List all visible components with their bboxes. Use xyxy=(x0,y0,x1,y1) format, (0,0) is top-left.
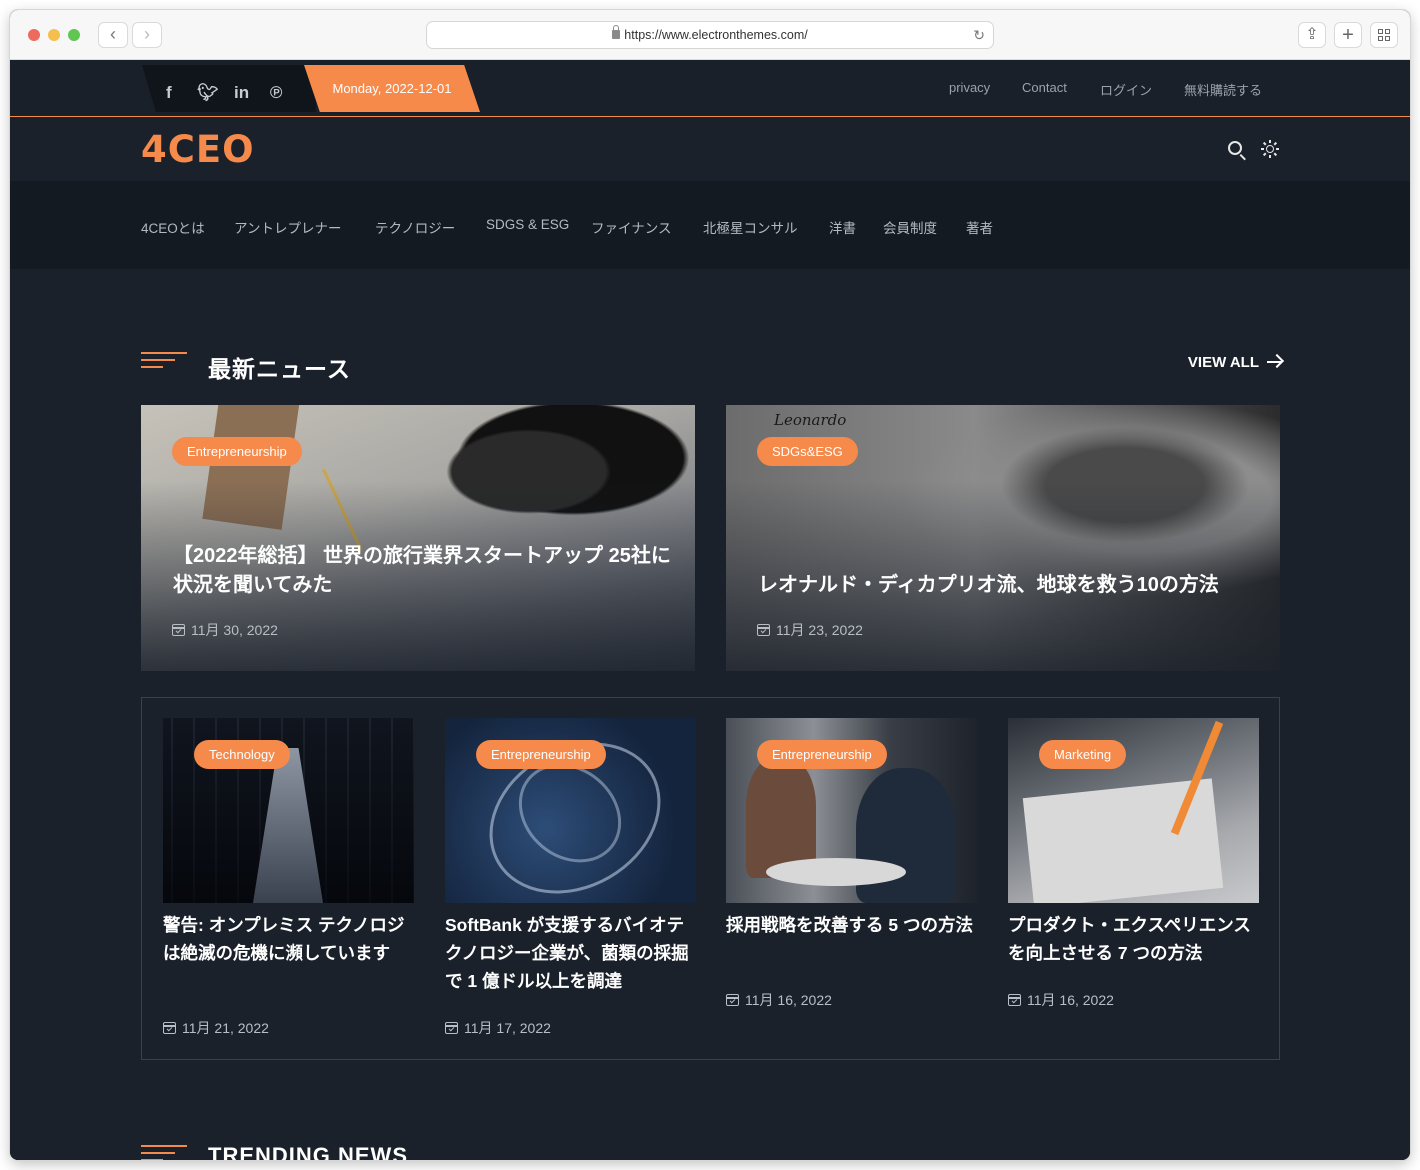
category-badge[interactable]: Entrepreneurship xyxy=(757,740,887,769)
category-badge[interactable]: Entrepreneurship xyxy=(476,740,606,769)
calendar-icon xyxy=(172,624,185,636)
trending-news-header: TRENDING NEWS xyxy=(141,1143,541,1160)
forward-button[interactable]: › xyxy=(132,22,162,48)
social-links: f 🐦︎ in ℗ xyxy=(142,65,316,112)
section-bars-icon xyxy=(141,352,187,370)
top-bar: f 🐦︎ in ℗ Monday, 2022-12-01 privacy Con… xyxy=(10,60,1410,117)
article-date: 11月 17, 2022 xyxy=(445,1018,551,1038)
url-text: https://www.electronthemes.com/ xyxy=(624,28,808,42)
search-icon[interactable] xyxy=(1228,141,1242,155)
menu-item-about[interactable]: 4CEOとは xyxy=(141,217,205,237)
view-all-label: VIEW ALL xyxy=(1187,354,1259,371)
article-date-text: 11月 17, 2022 xyxy=(464,1020,551,1036)
category-badge[interactable]: Entrepreneurship xyxy=(172,437,302,466)
share-button[interactable]: ⇪ xyxy=(1298,22,1326,48)
brand-bar: 4CEO xyxy=(10,118,1410,181)
login-link[interactable]: ログイン xyxy=(1100,80,1152,99)
section-title: 最新ニュース xyxy=(208,356,351,382)
article-card[interactable]: Technology 警告: オンプレミス テクノロジは絶滅の危機に瀕しています… xyxy=(163,718,414,1048)
calendar-icon xyxy=(757,624,770,636)
latest-news-header: 最新ニュース VIEW ALL xyxy=(141,350,1281,384)
article-date: 11月 16, 2022 xyxy=(726,990,832,1010)
menu-item-books[interactable]: 洋書 xyxy=(829,217,856,237)
article-card[interactable]: Marketing プロダクト・エクスペリエンスを向上させる 7 つの方法 11… xyxy=(1008,718,1259,1048)
article-title[interactable]: レオナルド・ディカプリオ流、地球を救う10の方法 xyxy=(758,571,1258,600)
minimize-window-button[interactable] xyxy=(48,29,60,41)
forward-icon: › xyxy=(144,24,150,44)
article-date-text: 11月 16, 2022 xyxy=(745,992,832,1008)
linkedin-icon[interactable]: in xyxy=(234,83,249,103)
menu-item-entrepreneur[interactable]: アントレプレナー xyxy=(234,217,341,237)
current-date: Monday, 2022-12-01 xyxy=(304,65,480,112)
facebook-icon[interactable]: f xyxy=(166,83,172,103)
menu-item-finance[interactable]: ファイナンス xyxy=(591,217,671,237)
article-title[interactable]: 採用戦略を改善する 5 つの方法 xyxy=(726,911,977,939)
article-date: 11月 30, 2022 xyxy=(172,620,278,640)
browser-window: ‹ › https://www.electronthemes.com/ ↻ ⇪ … xyxy=(10,10,1410,1160)
tab-overview-button[interactable] xyxy=(1370,22,1398,48)
menu-item-membership[interactable]: 会員制度 xyxy=(883,217,937,237)
contact-link[interactable]: Contact xyxy=(1022,80,1067,95)
calendar-icon xyxy=(1008,994,1021,1006)
new-tab-button[interactable]: + xyxy=(1334,22,1362,48)
close-window-button[interactable] xyxy=(28,29,40,41)
article-card[interactable]: Entrepreneurship 採用戦略を改善する 5 つの方法 11月 16… xyxy=(726,718,977,1048)
featured-article[interactable]: Entrepreneurship 【2022年総括】 世界の旅行業界スタートアッ… xyxy=(141,405,695,671)
arrow-right-icon xyxy=(1267,361,1281,363)
theme-toggle-icon[interactable] xyxy=(1261,140,1279,158)
new-tab-icon: + xyxy=(1342,24,1354,46)
main-menu: 4CEOとは アントレプレナー テクノロジー SDGS & ESG ファイナンス… xyxy=(10,181,1410,269)
subscribe-link[interactable]: 無料購読する xyxy=(1184,80,1262,99)
article-title[interactable]: 【2022年総括】 世界の旅行業界スタートアップ 25社に状況を聞いてみた xyxy=(173,542,673,600)
article-title[interactable]: プロダクト・エクスペリエンスを向上させる 7 つの方法 xyxy=(1008,911,1259,967)
privacy-link[interactable]: privacy xyxy=(949,80,990,95)
featured-article[interactable]: Leonardo SDGs&ESG レオナルド・ディカプリオ流、地球を救う10の… xyxy=(726,405,1280,671)
site-logo[interactable]: 4CEO xyxy=(141,128,255,171)
share-icon: ⇪ xyxy=(1305,26,1319,43)
web-page: f 🐦︎ in ℗ Monday, 2022-12-01 privacy Con… xyxy=(10,60,1410,1160)
article-date-text: 11月 23, 2022 xyxy=(776,622,863,638)
address-bar[interactable]: https://www.electronthemes.com/ ↻ xyxy=(426,21,994,49)
article-grid: Technology 警告: オンプレミス テクノロジは絶滅の危機に瀕しています… xyxy=(141,697,1280,1060)
article-date-text: 11月 30, 2022 xyxy=(191,622,278,638)
category-badge[interactable]: Technology xyxy=(194,740,290,769)
article-date: 11月 23, 2022 xyxy=(757,620,863,640)
back-icon: ‹ xyxy=(110,24,116,44)
article-date-text: 11月 21, 2022 xyxy=(182,1020,269,1036)
browser-toolbar: ‹ › https://www.electronthemes.com/ ↻ ⇪ … xyxy=(10,10,1410,60)
section-title: TRENDING NEWS xyxy=(208,1143,408,1160)
menu-item-sdgs-esg[interactable]: SDGS & ESG xyxy=(486,217,569,232)
category-badge[interactable]: Marketing xyxy=(1039,740,1127,769)
menu-item-consulting[interactable]: 北極星コンサル xyxy=(703,217,798,237)
article-date: 11月 16, 2022 xyxy=(1008,990,1114,1010)
menu-item-authors[interactable]: 著者 xyxy=(966,217,993,237)
back-button[interactable]: ‹ xyxy=(98,22,128,48)
pinterest-icon[interactable]: ℗ xyxy=(270,83,283,103)
calendar-icon xyxy=(445,1022,458,1034)
article-title[interactable]: 警告: オンプレミス テクノロジは絶滅の危機に瀕しています xyxy=(163,911,414,967)
zoom-window-button[interactable] xyxy=(68,29,80,41)
calendar-icon xyxy=(726,994,739,1006)
category-badge[interactable]: SDGs&ESG xyxy=(757,437,858,466)
tab-overview-icon xyxy=(1378,29,1390,41)
article-date: 11月 21, 2022 xyxy=(163,1018,269,1038)
twitter-icon[interactable]: 🐦︎ xyxy=(197,83,219,103)
article-date-text: 11月 16, 2022 xyxy=(1027,992,1114,1008)
article-title[interactable]: SoftBank が支援するバイオテクノロジー企業が、菌類の採掘で 1 億ドル以… xyxy=(445,911,696,995)
lock-icon xyxy=(612,25,621,39)
section-bars-icon xyxy=(141,1145,187,1160)
image-signature-text: Leonardo xyxy=(774,411,847,429)
article-card[interactable]: Entrepreneurship SoftBank が支援するバイオテクノロジー… xyxy=(445,718,696,1048)
menu-item-technology[interactable]: テクノロジー xyxy=(375,217,455,237)
reload-icon[interactable]: ↻ xyxy=(973,22,985,49)
calendar-icon xyxy=(163,1022,176,1034)
view-all-link[interactable]: VIEW ALL xyxy=(1188,354,1281,371)
